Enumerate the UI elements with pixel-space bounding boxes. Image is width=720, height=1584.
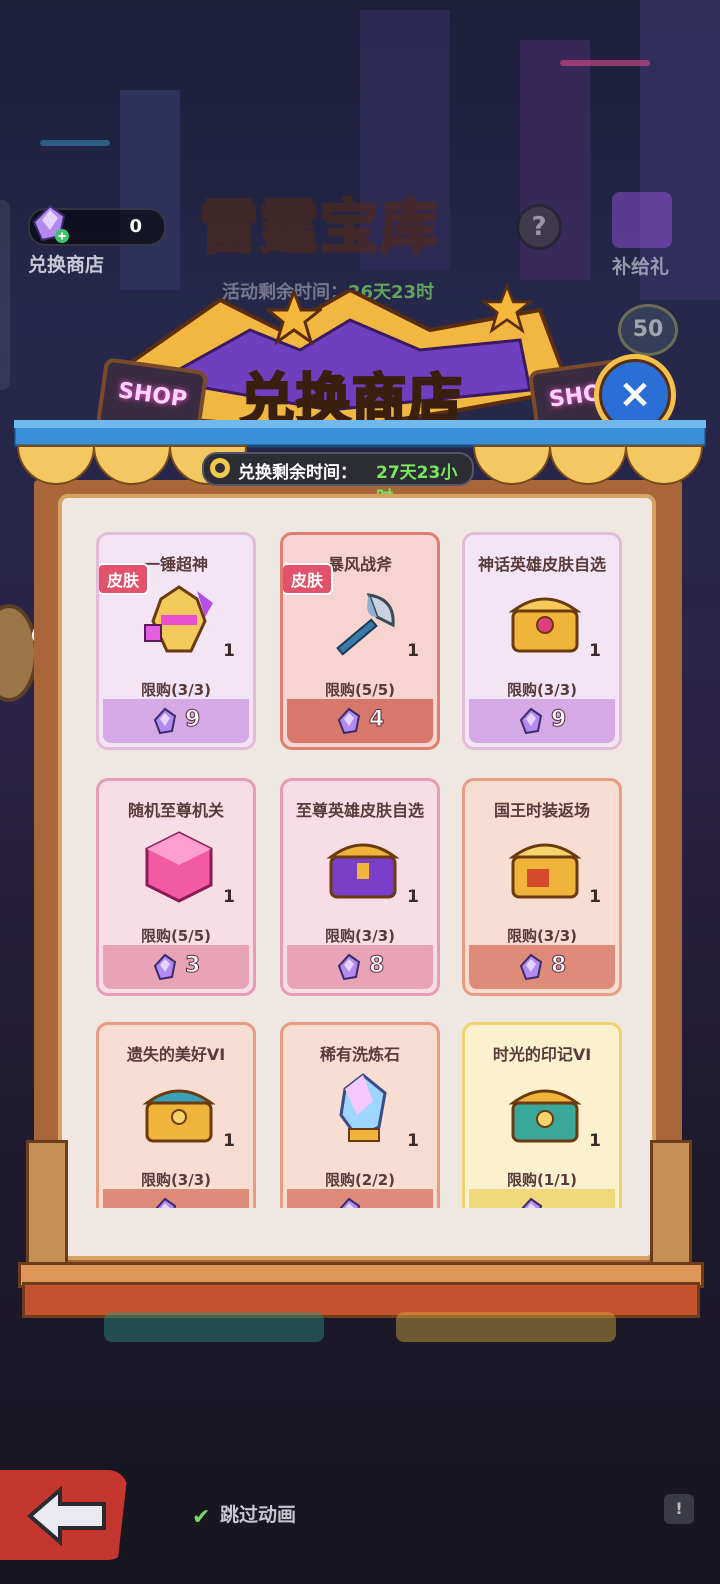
axe-icon [323,581,403,661]
back-arrow-icon [26,1486,106,1546]
purchase-limit: 限购(3/3) [324,927,396,945]
purchase-limit: 限购(2/2) [324,1171,396,1189]
crystal-icon [335,953,363,985]
crystal-icon [335,1197,363,1208]
chest-gold-pink-icon [505,581,585,661]
price-value: 4 [368,707,385,733]
star-icon [266,290,322,346]
shop-item-card[interactable]: 遗失的美好VI 1 限购(3/3) [96,1022,256,1208]
neon-sign [40,140,110,146]
purchase-limit: 限购(5/5) [140,927,212,945]
purchase-limit: 限购(3/3) [506,927,578,945]
info-button[interactable]: ! [664,1494,694,1524]
gift-label[interactable]: 补给礼 [612,252,669,279]
item-quantity: 1 [407,1131,419,1151]
item-quantity: 1 [589,1131,601,1151]
item-title: 神话英雄皮肤自选 [477,555,606,574]
level-badge[interactable]: 50 [618,304,678,356]
item-quantity: 1 [589,641,601,661]
exchange-shop-label[interactable]: 兑换商店 [28,250,104,277]
item-title: 至尊英雄皮肤自选 [295,801,424,820]
star-icon [482,284,532,334]
price-value: 9 [550,707,567,733]
shop-item-card[interactable]: 一锤超神 皮肤 1 限购(3/3) 9 [96,532,256,750]
purchase-limit: 限购(5/5) [324,681,396,699]
price-value: 3 [184,953,201,979]
currency-counter[interactable]: 0 [28,204,166,246]
price-value: 8 [550,953,567,979]
shop-item-card[interactable]: 时光的印记VI 1 限购(1/1) [462,1022,622,1208]
background-panel [396,1312,616,1342]
price-button[interactable]: 9 [469,699,615,743]
price-value: 8 [368,953,385,979]
item-quantity: 1 [223,1131,235,1151]
help-button[interactable]: ? [516,204,562,250]
price-button[interactable] [469,1189,615,1208]
crystal-icon [517,1197,545,1208]
shop-item-card[interactable]: 神话英雄皮肤自选 1 限购(3/3) 9 [462,532,622,750]
pink-cube-icon [139,827,219,907]
building [120,90,180,290]
chest-teal-icon [505,1071,585,1151]
price-button[interactable]: 8 [287,945,433,989]
crystal-icon [151,953,179,985]
crystal-icon [335,707,363,739]
gift-icon[interactable] [612,192,672,248]
currency-count: 0 [129,216,142,237]
price-value: 9 [184,707,201,733]
neon-sign [560,60,650,66]
item-title: 遗失的美好VI [126,1045,226,1064]
chest-gold-icon [139,1071,219,1151]
item-quantity: 1 [589,887,601,907]
shop-timer-label: 兑换剩余时间： [238,463,357,483]
purchase-limit: 限购(3/3) [506,681,578,699]
crystal-icon [151,707,179,739]
item-quantity: 1 [223,887,235,907]
skip-animation-label: 跳过动画 [220,1504,297,1526]
crystal-icon [151,1197,179,1208]
price-button[interactable]: 9 [103,699,249,743]
skip-animation-toggle[interactable]: ✔ 跳过动画 [192,1500,297,1530]
shop-item-card[interactable]: 暴风战斧 皮肤 1 限购(5/5) 4 [280,532,440,750]
item-title: 稀有洗炼石 [319,1045,400,1064]
price-button[interactable] [103,1189,249,1208]
crystal-icon [323,1071,403,1151]
item-title: 时光的印记VI [492,1045,592,1064]
shop-item-card[interactable]: 国王时装返场 1 限购(3/3) 8 [462,778,622,996]
crystal-icon [517,953,545,985]
price-button[interactable]: 3 [103,945,249,989]
crystal-icon [517,707,545,739]
background-panel [104,1312,324,1342]
crystal-plus-icon [28,202,72,250]
checkmark-icon: ✔ [192,1504,211,1530]
side-panel-handle[interactable] [0,200,10,390]
item-title: 国王时装返场 [493,801,590,820]
clock-icon [210,458,230,478]
shop-item-card[interactable]: 稀有洗炼石 1 限购(2/2) [280,1022,440,1208]
item-quantity: 1 [407,887,419,907]
shop-timer: 兑换剩余时间： 27天23小时 [202,452,474,508]
purchase-limit: 限购(1/1) [506,1171,578,1189]
hero-skin-icon [139,581,219,661]
item-quantity: 1 [223,641,235,661]
price-button[interactable]: 4 [287,699,433,743]
item-quantity: 1 [407,641,419,661]
shop-item-card[interactable]: 至尊英雄皮肤自选 1 限购(3/3) 8 [280,778,440,996]
price-button[interactable] [287,1189,433,1208]
chest-purple-icon [323,827,403,907]
purchase-limit: 限购(3/3) [140,1171,212,1189]
item-title: 随机至尊机关 [127,801,224,820]
item-grid[interactable]: 一锤超神 皮肤 1 限购(3/3) 9 暴风战斧 皮肤 1 限购(5/5) 4 神话英雄皮肤自选 1 限… [96,532,624,1208]
chest-red-icon [505,827,585,907]
shop-item-card[interactable]: 随机至尊机关 1 限购(5/5) 3 [96,778,256,996]
event-title: 雷霆宝库 [198,192,441,263]
price-button[interactable]: 8 [469,945,615,989]
purchase-limit: 限购(3/3) [140,681,212,699]
